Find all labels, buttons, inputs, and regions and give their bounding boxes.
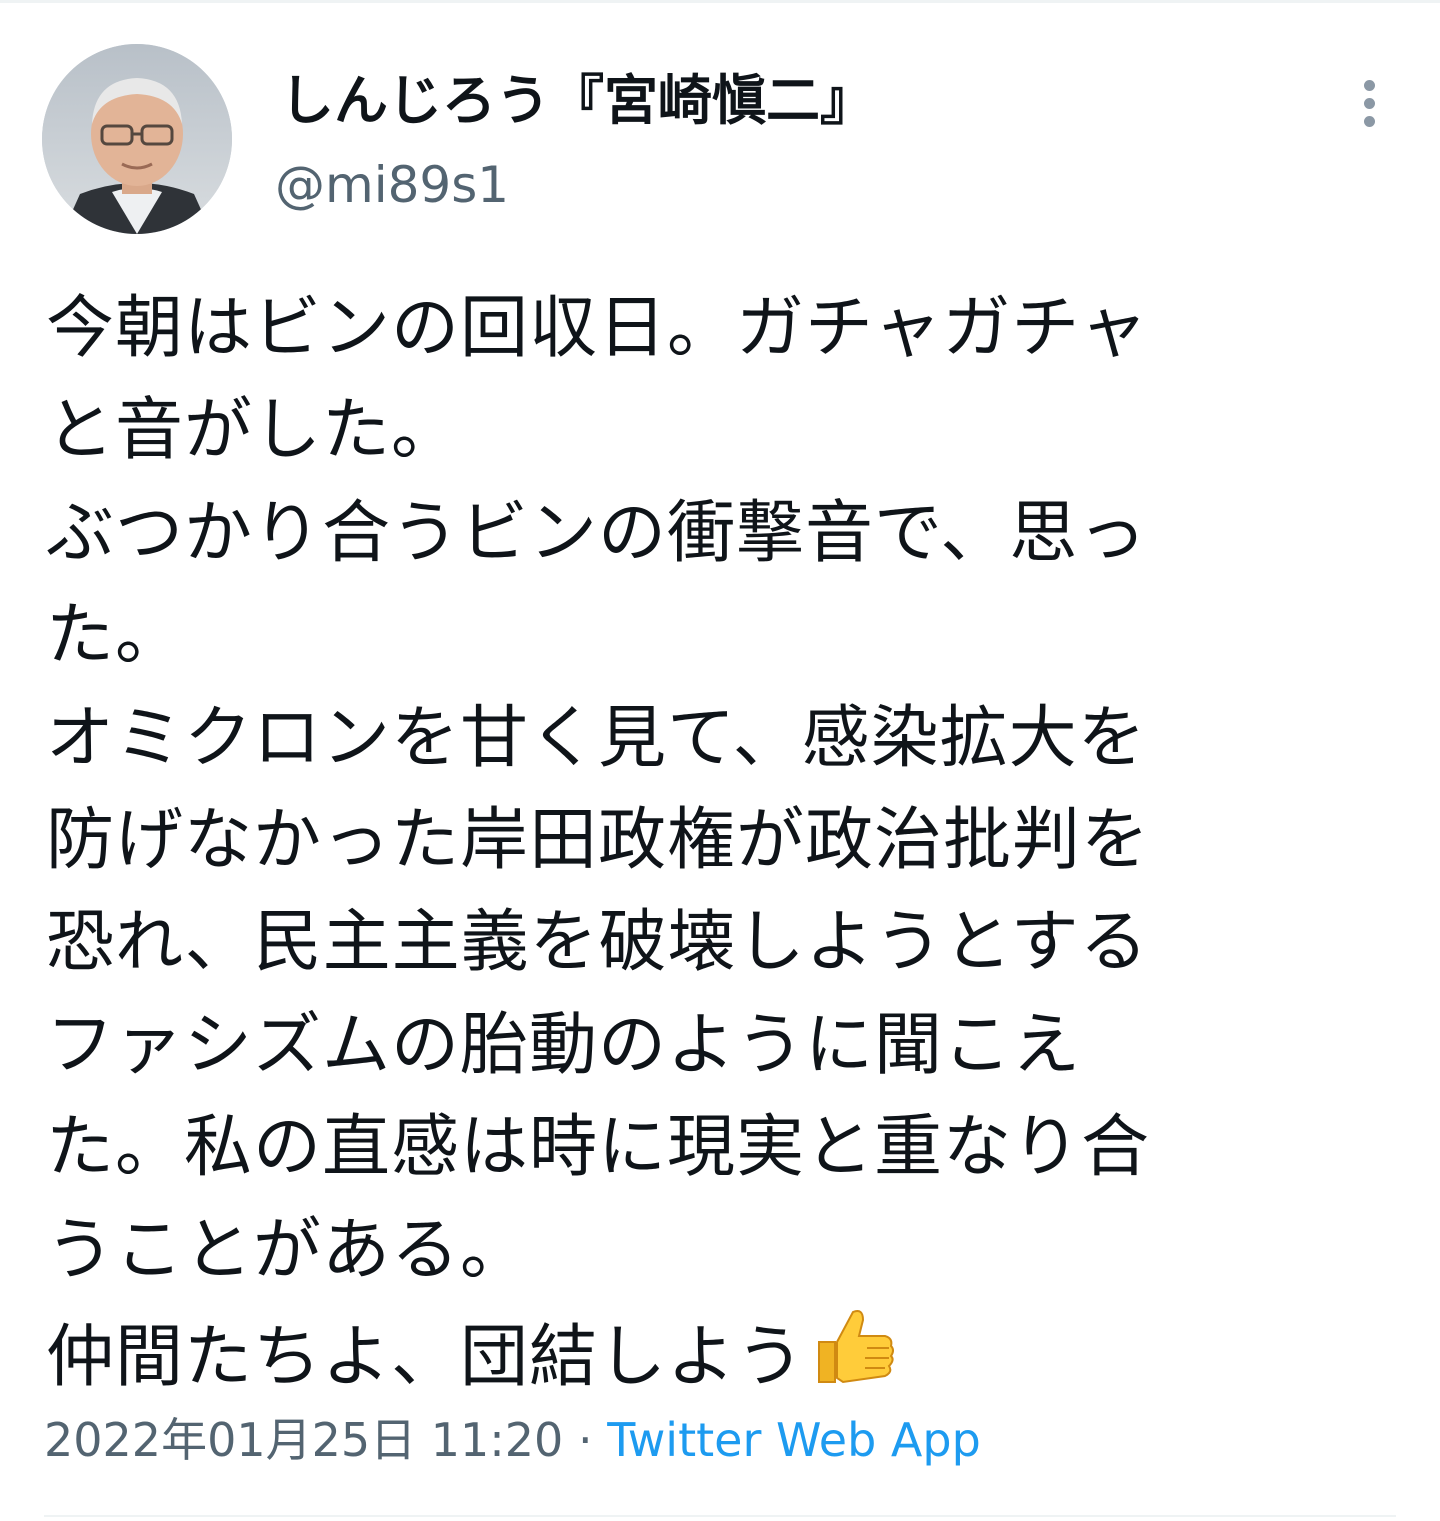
timestamp[interactable]: 2022年01月25日 11:20 — [44, 1413, 563, 1467]
tweet-meta: 2022年01月25日 11:20 · Twitter Web App — [44, 1405, 981, 1475]
tweet-text-line: た。 — [46, 596, 185, 676]
source-link[interactable]: Twitter Web App — [607, 1413, 981, 1467]
thumbs-up-icon — [818, 1309, 895, 1383]
user-handle[interactable]: @mi89s1 — [275, 152, 509, 218]
tweet-text: 今朝はビンの回収日。ガチャガチャ と音がした。 ぶつかり合うビンの衝撃音で、思っ… — [46, 278, 1386, 1404]
more-vertical-icon — [1364, 80, 1375, 91]
tweet-text-line: 恐れ、民主主義を破壊しようとする — [46, 903, 1149, 983]
tweet-text-line: うことがある。 — [46, 1210, 530, 1290]
avatar[interactable] — [42, 44, 232, 234]
more-vertical-icon — [1364, 98, 1375, 109]
tweet: しんじろう『宮崎愼二』 @mi89s1 今朝はビンの回収日。ガチャガチャ と音が… — [0, 0, 1440, 1521]
bottom-divider — [44, 1515, 1396, 1517]
more-vertical-icon — [1364, 116, 1375, 127]
tweet-text-line: た。私の直感は時に現実と重なり合 — [46, 1108, 1151, 1188]
display-name[interactable]: しんじろう『宮崎愼二』 — [280, 66, 874, 136]
tweet-text-line: と音がした。 — [46, 391, 461, 471]
tweet-text-line: 防げなかった岸田政権が政治批判を — [46, 800, 1151, 880]
meta-separator: · — [563, 1413, 608, 1467]
tweet-text-last-line: 仲間たちよ、団結しよう — [46, 1302, 1386, 1404]
tweet-text-line: ぶつかり合うビンの衝撃音で、思っ — [46, 493, 1148, 573]
more-options-button[interactable] — [1348, 78, 1392, 130]
tweet-text-line: オミクロンを甘く見て、感染拡大を — [46, 698, 1147, 778]
tweet-text-line: ファシズムの胎動のように聞こえ — [46, 1005, 1082, 1085]
tweet-text-line: 今朝はビンの回収日。ガチャガチャ — [46, 289, 1149, 368]
tweet-text-line: 仲間たちよ、団結しよう — [46, 1317, 806, 1397]
profile-photo — [42, 44, 232, 234]
